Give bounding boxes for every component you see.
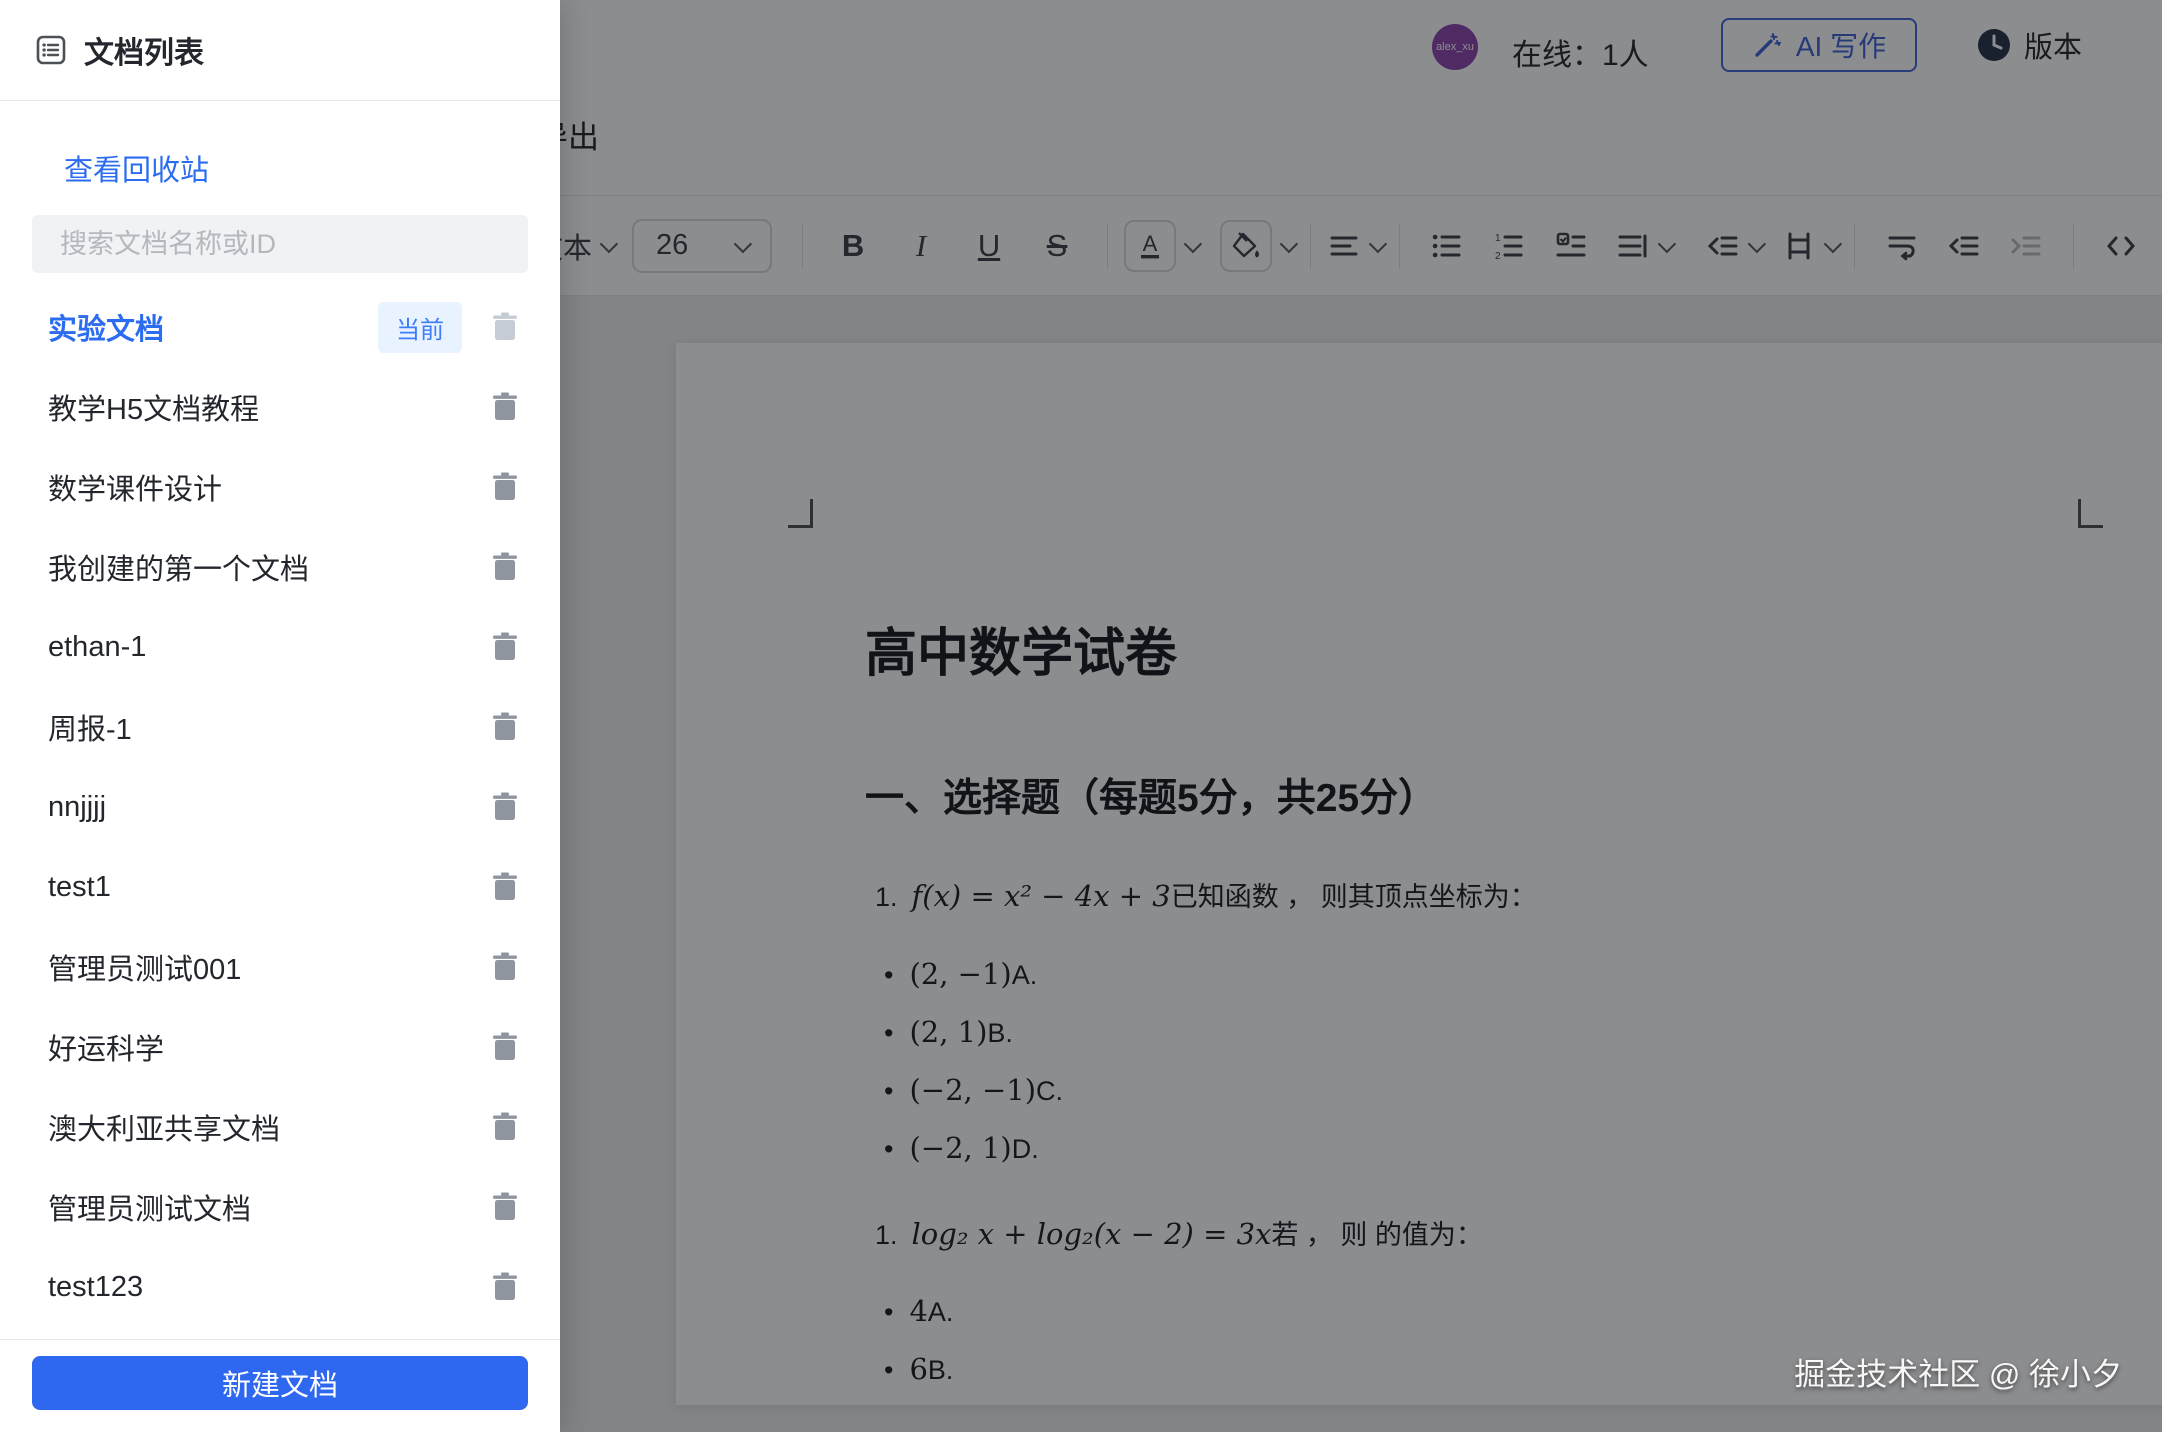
- doc-list-item[interactable]: 教学H5文档教程: [0, 367, 560, 447]
- document-list-icon: [36, 35, 66, 65]
- trash-icon[interactable]: [492, 472, 518, 502]
- trash-icon[interactable]: [492, 872, 518, 902]
- doc-list-item[interactable]: 澳大利亚共享文档: [0, 1087, 560, 1167]
- search-input[interactable]: [32, 229, 528, 260]
- new-document-button[interactable]: 新建文档: [32, 1356, 528, 1410]
- trash-icon[interactable]: [492, 632, 518, 662]
- drawer-header: 文档列表: [0, 0, 560, 101]
- search-box: [32, 215, 528, 273]
- document-list-drawer: 文档列表 查看回收站 实验文档 当前 教学H5文档教程 数学课件设计 我创建的第…: [0, 0, 560, 1432]
- doc-list-item[interactable]: 好运科学: [0, 1007, 560, 1087]
- recycle-bin-link[interactable]: 查看回收站: [64, 147, 560, 189]
- doc-list-item[interactable]: 数学课件设计: [0, 447, 560, 527]
- document-list: 实验文档 当前 教学H5文档教程 数学课件设计 我创建的第一个文档 ethan-…: [0, 287, 560, 1339]
- trash-icon[interactable]: [492, 792, 518, 822]
- doc-list-item[interactable]: ethan-1: [0, 607, 560, 687]
- doc-list-item[interactable]: 实验文档 当前: [0, 287, 560, 367]
- watermark: 掘金技术社区 @ 徐小夕: [1794, 1349, 2122, 1394]
- drawer-title: 文档列表: [84, 28, 204, 72]
- drawer-footer: 新建文档: [0, 1339, 560, 1432]
- trash-icon[interactable]: [492, 1192, 518, 1222]
- trash-icon[interactable]: [492, 712, 518, 742]
- doc-list-item[interactable]: 管理员测试文档: [0, 1167, 560, 1247]
- trash-icon[interactable]: [492, 1112, 518, 1142]
- trash-icon[interactable]: [492, 552, 518, 582]
- doc-list-item[interactable]: nnjjjj: [0, 767, 560, 847]
- trash-icon[interactable]: [492, 392, 518, 422]
- trash-icon[interactable]: [492, 312, 518, 342]
- current-badge: 当前: [378, 302, 462, 353]
- doc-list-item[interactable]: test1: [0, 847, 560, 927]
- trash-icon[interactable]: [492, 1032, 518, 1062]
- doc-list-item[interactable]: 管理员测试001: [0, 927, 560, 1007]
- doc-list-item[interactable]: 周报-1: [0, 687, 560, 767]
- doc-list-item[interactable]: test123: [0, 1247, 560, 1327]
- app-root: alex_xu 在线：1人 AI 写作 版本 导出 文本: [0, 0, 2162, 1432]
- trash-icon[interactable]: [492, 952, 518, 982]
- trash-icon[interactable]: [492, 1272, 518, 1302]
- doc-list-item[interactable]: 我创建的第一个文档: [0, 527, 560, 607]
